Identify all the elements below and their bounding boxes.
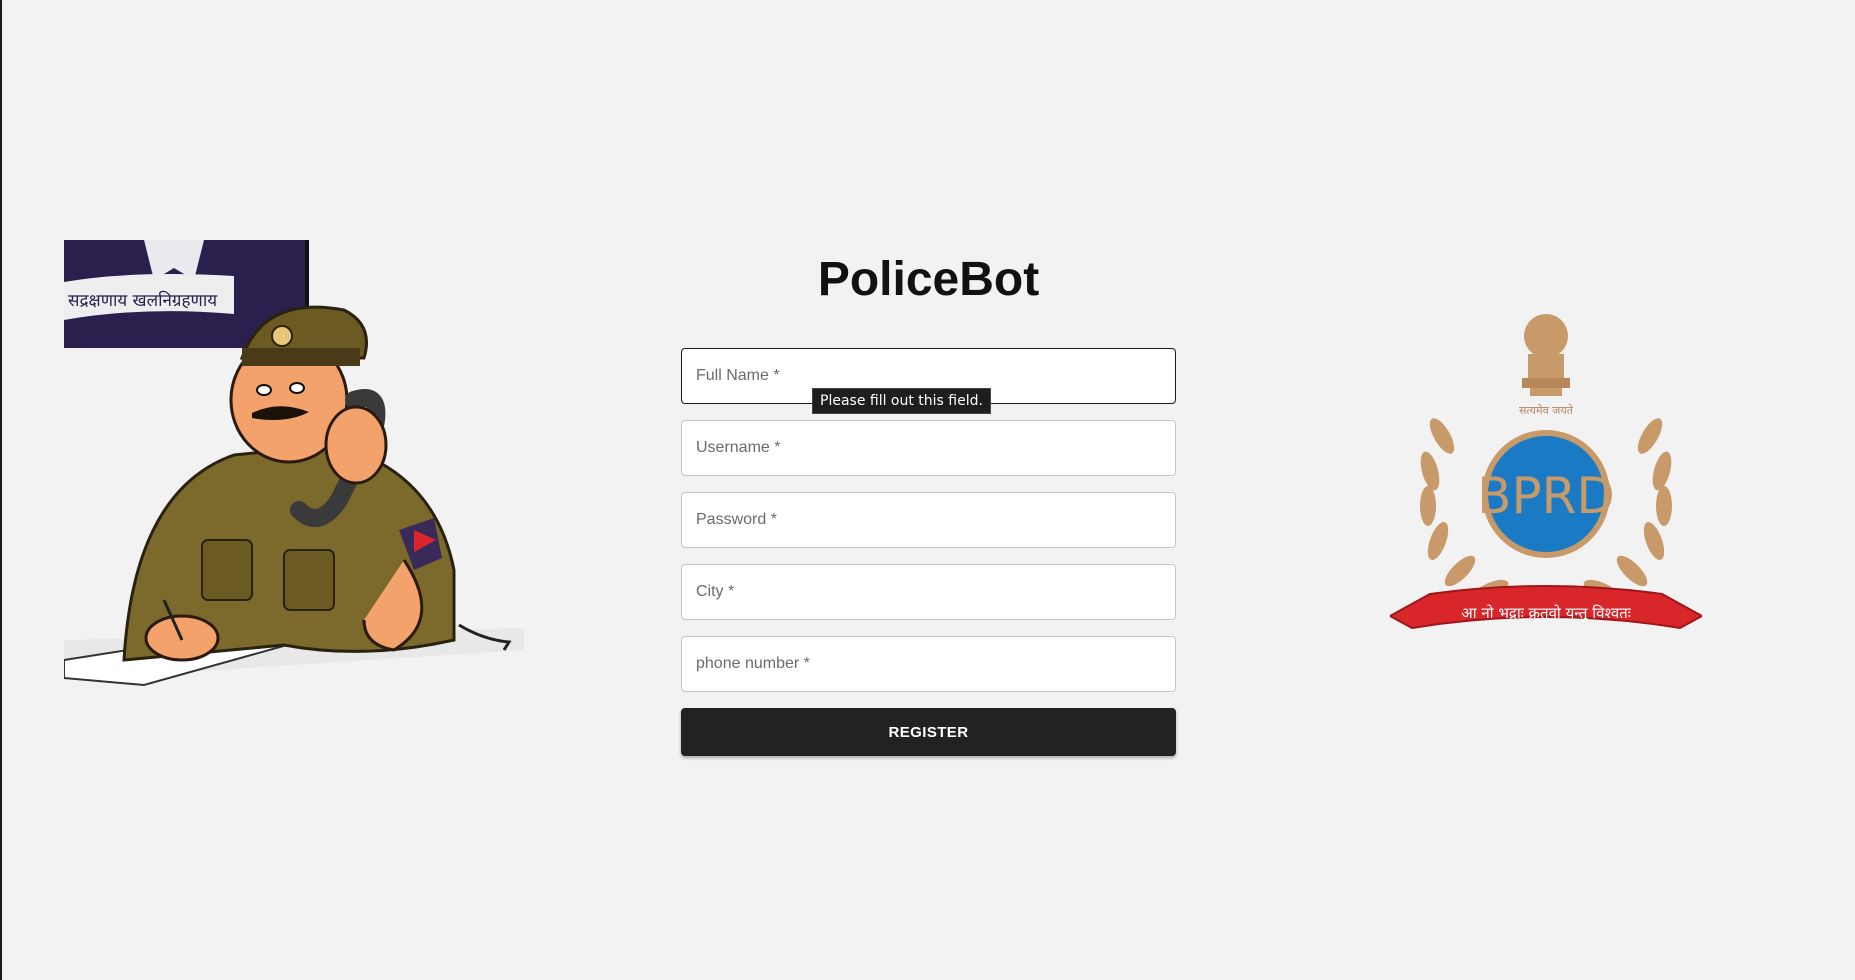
city-input[interactable] — [682, 565, 1175, 619]
police-officer-illustration: सद्रक्षणाय खलनिग्रहणाय — [64, 240, 524, 690]
lion-capital-icon — [1522, 314, 1570, 396]
register-form: PoliceBot REGISTER — [681, 240, 1176, 756]
username-input[interactable] — [682, 421, 1175, 475]
bprd-emblem: सत्यमेव जयते BPRD आ नो भद्राः क्रतवो यन्… — [1390, 306, 1702, 666]
emblem-ribbon-text: आ नो भद्राः क्रतवो यन्तु विश्वतः — [1461, 604, 1631, 623]
emblem-center-text: BPRD — [1477, 467, 1615, 525]
username-field[interactable] — [681, 420, 1176, 476]
register-button[interactable]: REGISTER — [681, 708, 1176, 756]
phone-number-input[interactable] — [682, 637, 1175, 691]
page-title: PoliceBot — [817, 253, 1040, 306]
password-input[interactable] — [682, 493, 1175, 547]
window-left-edge — [0, 0, 2, 980]
banner-text: सद्रक्षणाय खलनिग्रहणाय — [68, 290, 218, 311]
phone-number-field[interactable] — [681, 636, 1176, 692]
validation-tooltip: Please fill out this field. — [812, 388, 991, 414]
city-field[interactable] — [681, 564, 1176, 620]
emblem-motto-top: सत्यमेव जयते — [1519, 404, 1574, 417]
password-field[interactable] — [681, 492, 1176, 548]
